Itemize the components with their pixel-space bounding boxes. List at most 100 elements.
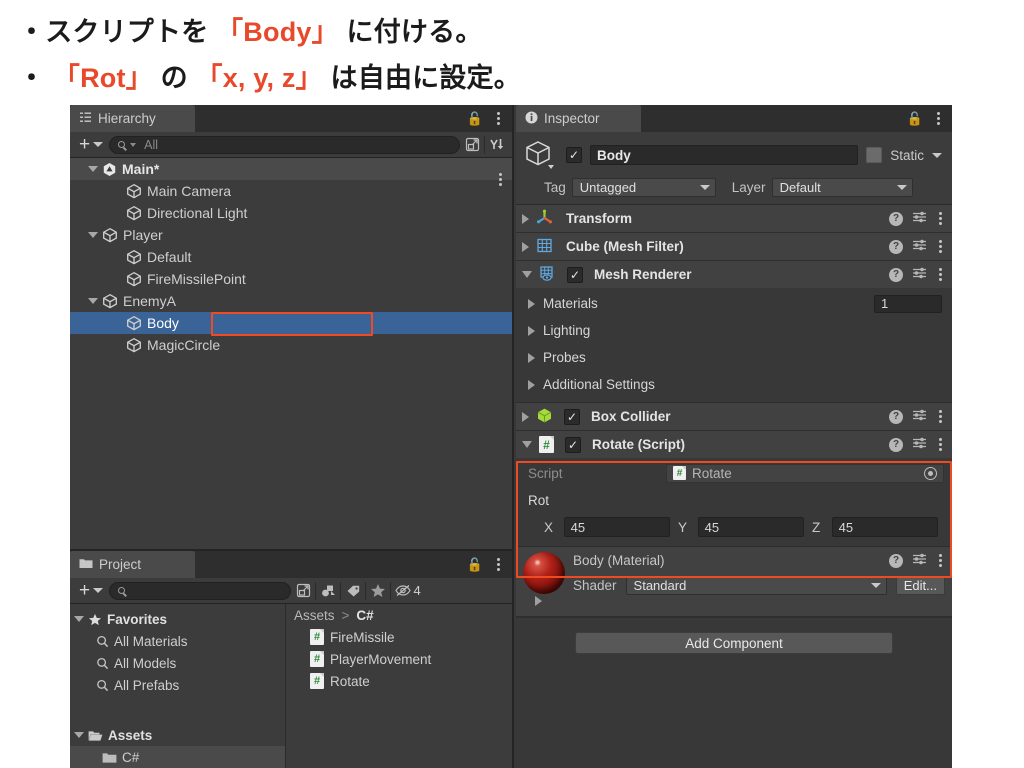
preset-icon[interactable]	[912, 210, 927, 227]
hierarchy-item-main-camera[interactable]: Main Camera	[70, 180, 512, 202]
box-collider-enabled-checkbox[interactable]: ✓	[564, 408, 580, 425]
expand-toggle-icon[interactable]	[74, 732, 84, 738]
layer-dropdown[interactable]: Default	[771, 178, 913, 197]
hierarchy-item-main[interactable]: Main*	[70, 158, 512, 186]
expand-toggle-icon[interactable]	[74, 616, 84, 622]
expand-toggle-icon[interactable]	[88, 166, 98, 172]
component-menu-icon[interactable]	[936, 554, 945, 567]
help-icon[interactable]: ?	[889, 437, 903, 452]
script-object-field[interactable]: # Rotate	[666, 463, 944, 483]
search-popout-icon[interactable]	[291, 581, 315, 601]
breadcrumb[interactable]: Assets > C#	[286, 604, 512, 626]
preset-icon[interactable]	[912, 552, 927, 569]
lock-icon[interactable]: 🔓	[467, 112, 483, 125]
expand-chevron-right-icon[interactable]	[528, 352, 535, 363]
hierarchy-item-enemya[interactable]: EnemyA	[70, 290, 512, 312]
hierarchy-menu-icon[interactable]	[494, 112, 503, 125]
help-icon[interactable]: ?	[889, 211, 903, 226]
shader-dropdown[interactable]: Standard	[625, 576, 887, 595]
tag-dropdown[interactable]: Untagged	[571, 178, 716, 197]
expand-toggle-icon[interactable]	[88, 232, 98, 238]
hierarchy-search-input[interactable]: All	[109, 135, 460, 154]
sort-icon[interactable]	[485, 135, 509, 155]
expand-toggle-icon[interactable]	[88, 298, 98, 304]
asset-list[interactable]: # FireMissile # PlayerMovement # Rotate	[286, 626, 512, 692]
hierarchy-add-button[interactable]: +	[73, 135, 93, 154]
project-tree-item-assets[interactable]: Assets	[70, 724, 285, 746]
rot-y-input[interactable]: 45	[697, 517, 804, 537]
project-tree-item-all-prefabs[interactable]: All Prefabs	[70, 674, 285, 696]
expand-chevron-right-icon[interactable]	[528, 379, 535, 390]
collapse-chevron-down-icon[interactable]	[522, 271, 532, 278]
static-dropdown-chevron-icon[interactable]	[932, 152, 942, 158]
filter-by-label-icon[interactable]	[341, 581, 365, 601]
expand-chevron-right-icon[interactable]	[522, 213, 529, 224]
hierarchy-item-player[interactable]: Player	[70, 224, 512, 246]
expand-chevron-right-icon[interactable]	[522, 411, 529, 422]
component-menu-icon[interactable]	[936, 410, 945, 423]
asset-item-firemissile[interactable]: # FireMissile	[286, 626, 512, 648]
expand-chevron-right-icon[interactable]	[528, 298, 535, 309]
preset-icon[interactable]	[912, 436, 927, 453]
search-popout-icon[interactable]	[460, 135, 484, 155]
rot-z-input[interactable]: 45	[831, 517, 938, 537]
component-mesh-filter-header[interactable]: Cube (Mesh Filter) ?	[516, 233, 952, 260]
mesh-renderer-section-additional-settings[interactable]: Additional Settings	[516, 371, 952, 398]
asset-item-playermovement[interactable]: # PlayerMovement	[286, 648, 512, 670]
project-tree-item-all-materials[interactable]: All Materials	[70, 630, 285, 652]
project-tree-item-c[interactable]: C#	[70, 746, 285, 768]
hierarchy-item-default[interactable]: Default	[70, 246, 512, 268]
chevron-down-icon[interactable]	[93, 142, 104, 147]
project-add-button[interactable]: +	[73, 581, 93, 600]
expand-chevron-right-icon[interactable]	[528, 325, 535, 336]
filter-by-type-icon[interactable]	[316, 581, 340, 601]
expand-chevron-right-icon[interactable]	[522, 241, 529, 252]
gameobject-enabled-checkbox[interactable]: ✓	[566, 147, 582, 163]
gameobject-name-field[interactable]: Body	[590, 145, 859, 165]
component-rotate-script-header[interactable]: # ✓ Rotate (Script) ?	[516, 431, 952, 458]
component-menu-icon[interactable]	[936, 438, 945, 451]
rotate-script-enabled-checkbox[interactable]: ✓	[565, 436, 581, 453]
breadcrumb-root[interactable]: Assets	[294, 608, 335, 623]
hierarchy-item-body[interactable]: Body	[70, 312, 512, 334]
mesh-renderer-section-materials[interactable]: Materials 1	[516, 290, 952, 317]
rot-x-input[interactable]: 45	[563, 517, 670, 537]
project-tree-item-favorites[interactable]: Favorites	[70, 608, 285, 630]
hierarchy-list[interactable]: Main* Main Camera Directional Light Player D…	[70, 158, 512, 549]
component-box-collider-header[interactable]: ✓ Box Collider ?	[516, 403, 952, 430]
help-icon[interactable]: ?	[889, 553, 903, 568]
mesh-renderer-enabled-checkbox[interactable]: ✓	[567, 266, 583, 283]
project-tree-item-all-models[interactable]: All Models	[70, 652, 285, 674]
component-menu-icon[interactable]	[936, 212, 945, 225]
tab-hierarchy[interactable]: Hierarchy	[70, 105, 195, 132]
inspector-menu-icon[interactable]	[934, 112, 943, 125]
filter-favorites-star-icon[interactable]	[366, 581, 390, 601]
add-component-button[interactable]: Add Component	[575, 632, 893, 654]
preset-icon[interactable]	[912, 266, 927, 283]
hidden-packages-toggle[interactable]: 4	[391, 581, 425, 601]
shader-edit-button[interactable]: Edit...	[895, 576, 945, 595]
chevron-down-icon[interactable]	[93, 588, 104, 593]
lock-icon[interactable]: 🔓	[467, 558, 483, 571]
preset-icon[interactable]	[912, 238, 927, 255]
hierarchy-item-directional-light[interactable]: Directional Light	[70, 202, 512, 224]
project-search-input[interactable]	[109, 581, 292, 600]
materials-count-field[interactable]: 1	[874, 294, 942, 313]
preset-icon[interactable]	[912, 408, 927, 425]
mesh-renderer-section-lighting[interactable]: Lighting	[516, 317, 952, 344]
component-menu-icon[interactable]	[936, 240, 945, 253]
object-picker-icon[interactable]	[924, 466, 937, 480]
breadcrumb-current[interactable]: C#	[356, 608, 373, 623]
tab-inspector[interactable]: Inspector	[516, 105, 641, 132]
component-mesh-renderer-header[interactable]: ✓ Mesh Renderer ?	[516, 261, 952, 288]
asset-item-rotate[interactable]: # Rotate	[286, 670, 512, 692]
expand-chevron-right-icon[interactable]	[535, 596, 542, 606]
help-icon[interactable]: ?	[889, 409, 903, 424]
help-icon[interactable]: ?	[889, 239, 903, 254]
mesh-renderer-section-probes[interactable]: Probes	[516, 344, 952, 371]
static-checkbox[interactable]	[866, 147, 883, 163]
tab-project[interactable]: Project	[70, 551, 195, 578]
hierarchy-item-magiccircle[interactable]: MagicCircle	[70, 334, 512, 356]
hierarchy-item-firemissilepoint[interactable]: FireMissilePoint	[70, 268, 512, 290]
help-icon[interactable]: ?	[889, 267, 903, 282]
